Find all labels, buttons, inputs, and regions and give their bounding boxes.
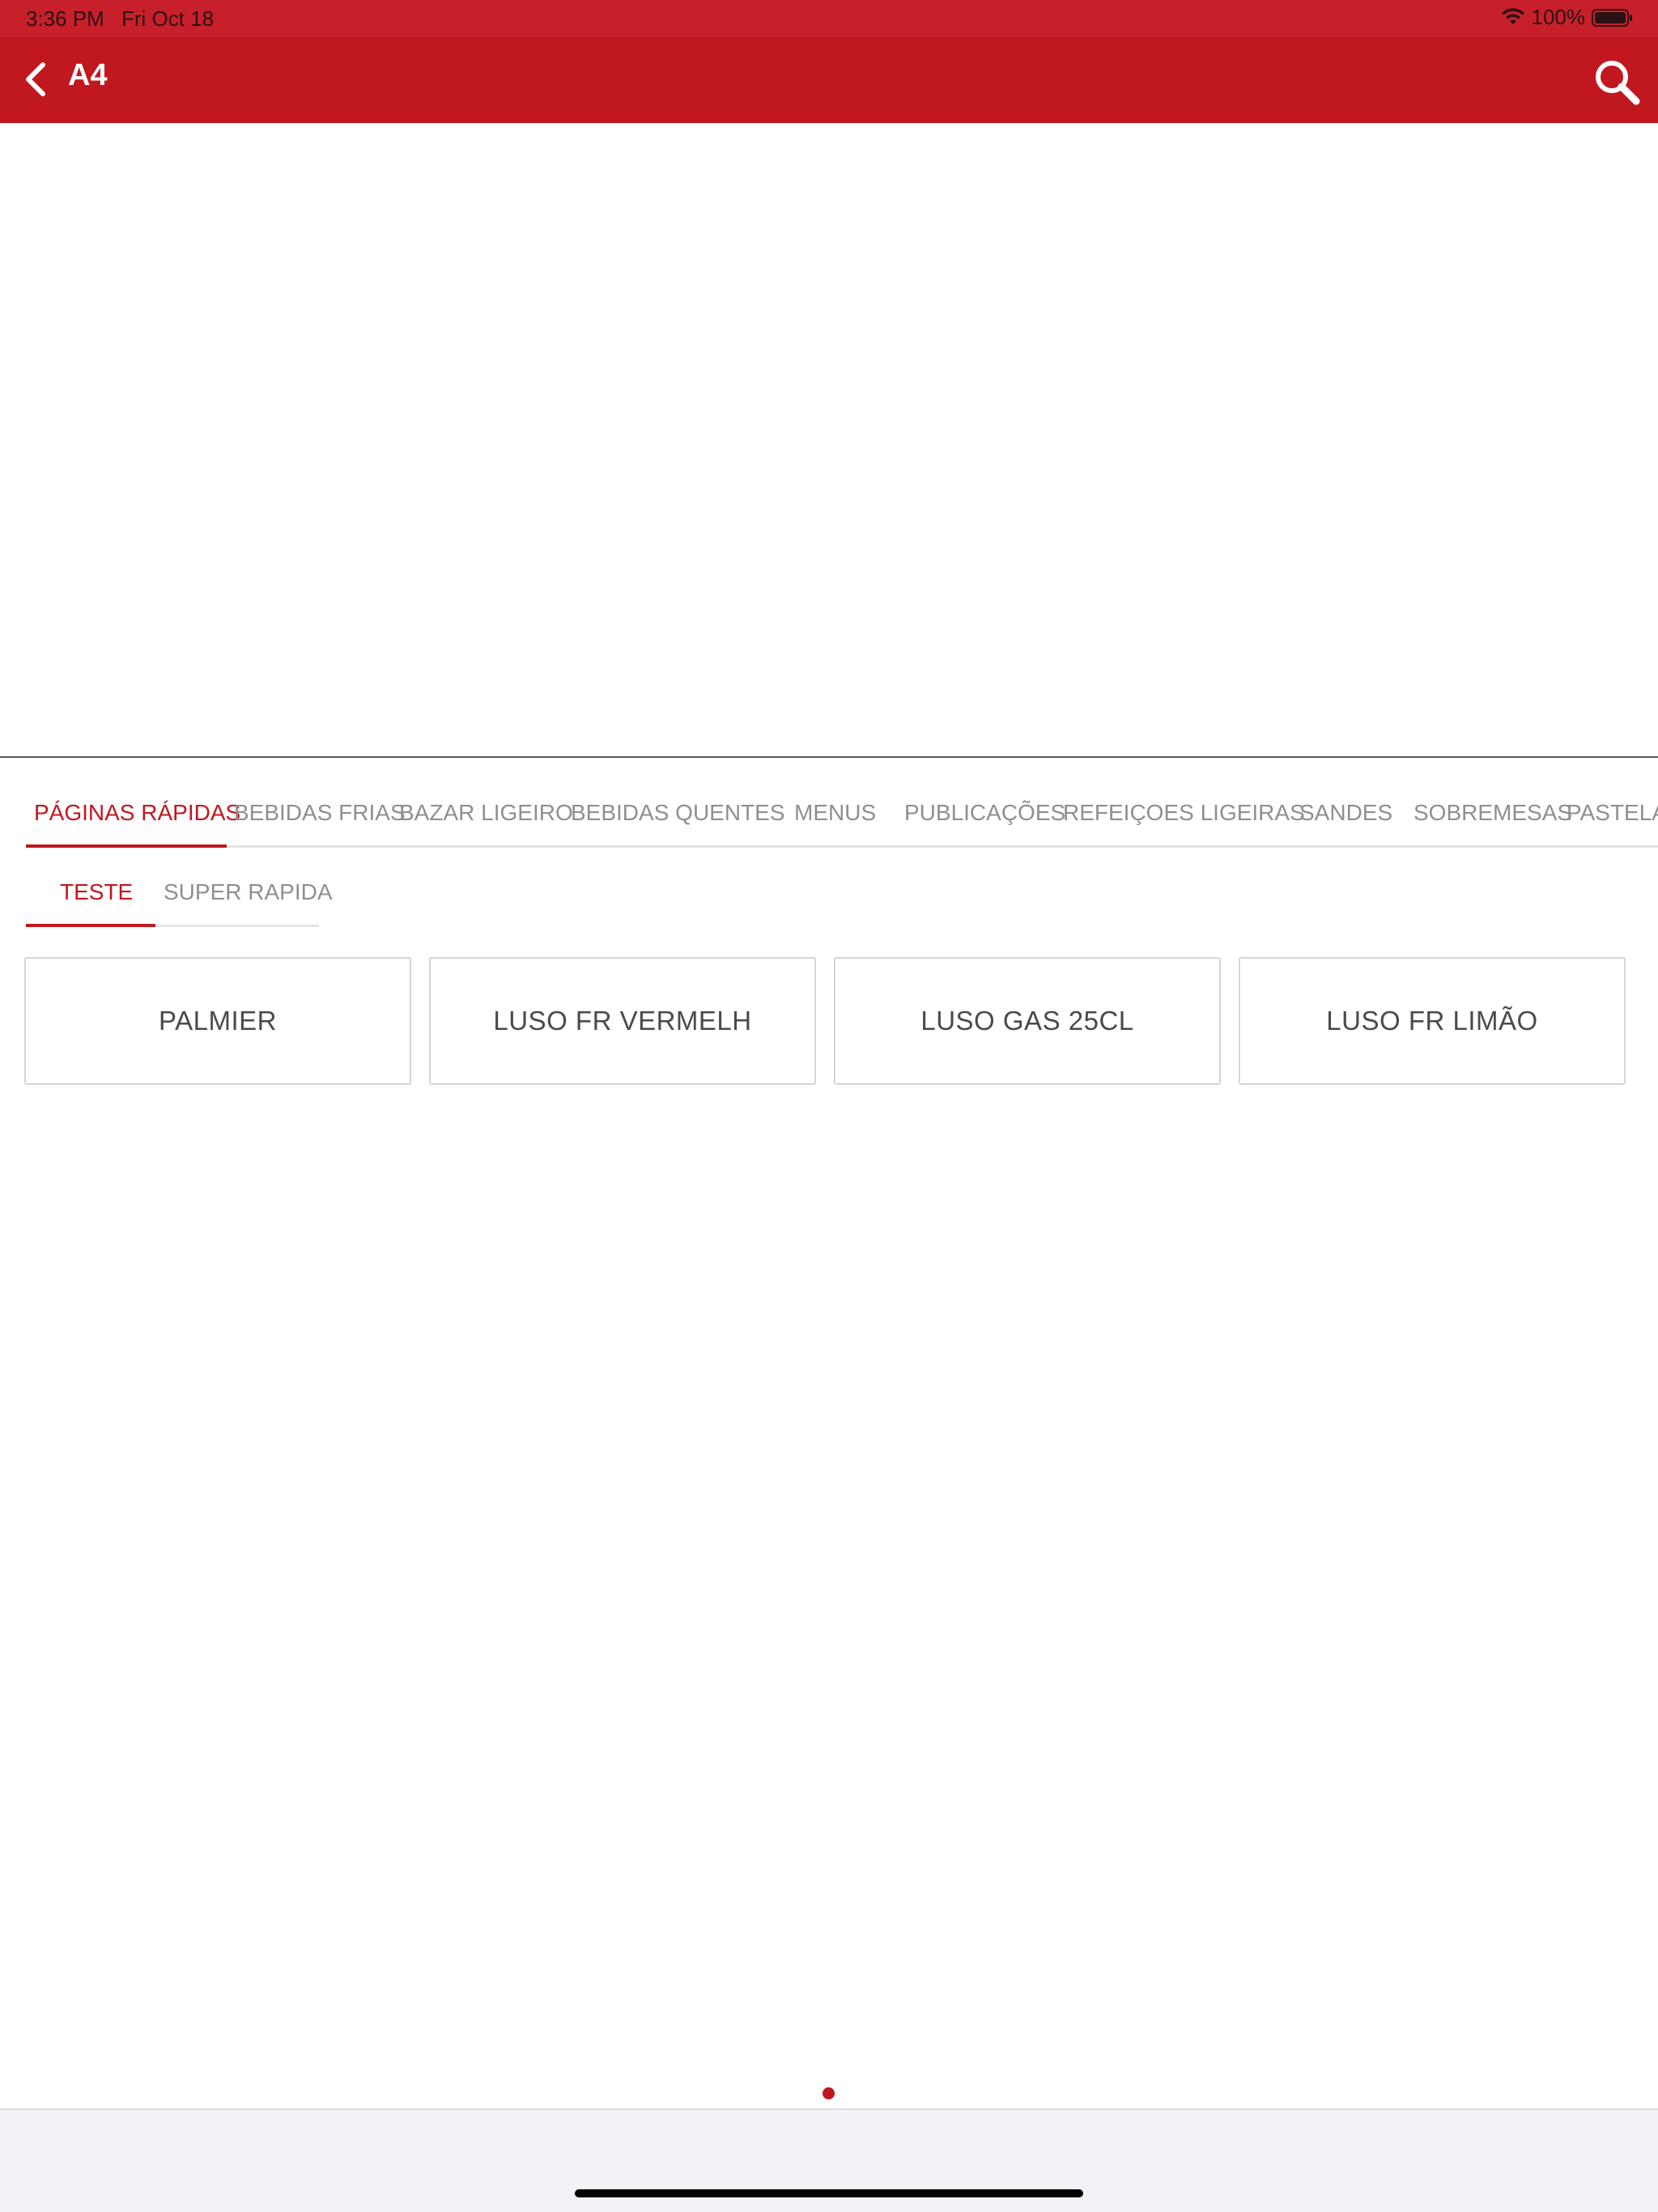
- battery-percentage: 100%: [1531, 5, 1586, 29]
- tab-sobremesas[interactable]: SOBREMESAS: [1414, 800, 1572, 845]
- subtab-active-indicator: [26, 924, 155, 927]
- sub-tabs: TESTE SUPER RAPIDA: [0, 866, 340, 931]
- tab-sandes[interactable]: SANDES: [1299, 800, 1392, 845]
- product-grid: PALMIER LUSO FR VERMELH LUSO GAS 25CL LU…: [24, 957, 1635, 1087]
- chevron-left-icon: [26, 62, 45, 96]
- home-indicator[interactable]: [575, 2189, 1083, 2197]
- page-title: A4: [68, 58, 108, 92]
- tab-bebidas-quentes[interactable]: BEBIDAS QUENTES: [571, 800, 785, 845]
- category-tabs: PÁGINAS RÁPIDAS BEBIDAS FRIAS BAZAR LIGE…: [0, 785, 1658, 850]
- section-divider: [0, 756, 1658, 758]
- search-icon: [1596, 61, 1640, 105]
- status-bar: 3:36 PM Fri Oct 18 100%: [0, 0, 1658, 37]
- subtab-super-rapida[interactable]: SUPER RAPIDA: [164, 879, 333, 905]
- wifi-icon: [1501, 7, 1524, 24]
- tab-refeicoes-ligeiras[interactable]: REFEIÇOES LIGEIRAS: [1063, 800, 1305, 845]
- product-tile[interactable]: LUSO GAS 25CL: [834, 957, 1221, 1085]
- tab-publicacoes[interactable]: PUBLICAÇÕES: [904, 800, 1065, 845]
- product-tile[interactable]: PALMIER: [24, 957, 411, 1085]
- page-indicator-dot: [823, 2087, 835, 2099]
- tab-bebidas-frias[interactable]: BEBIDAS FRIAS: [234, 800, 406, 845]
- tab-pastelaria[interactable]: PASTELARIA: [1567, 800, 1658, 845]
- category-active-indicator: [26, 844, 227, 848]
- navigation-bar: A4: [0, 37, 1658, 123]
- tab-bazar-ligeiro[interactable]: BAZAR LIGEIRO: [399, 800, 573, 845]
- subtab-teste[interactable]: TESTE: [60, 879, 133, 905]
- back-button[interactable]: [11, 55, 60, 104]
- status-time: 3:36 PM: [26, 6, 104, 31]
- battery-icon: [1592, 8, 1632, 27]
- tab-paginas-rapidas[interactable]: PÁGINAS RÁPIDAS: [34, 800, 240, 845]
- product-tile[interactable]: LUSO FR VERMELH: [429, 957, 816, 1085]
- tab-menus[interactable]: MENUS: [794, 800, 876, 845]
- status-indicators: 100%: [1501, 5, 1635, 30]
- search-button[interactable]: [1588, 53, 1645, 110]
- status-date: Fri Oct 18: [121, 6, 215, 31]
- order-content-area: [0, 123, 1658, 756]
- category-tabs-track: [26, 845, 1658, 848]
- product-tile[interactable]: LUSO FR LIMÃO: [1239, 957, 1626, 1085]
